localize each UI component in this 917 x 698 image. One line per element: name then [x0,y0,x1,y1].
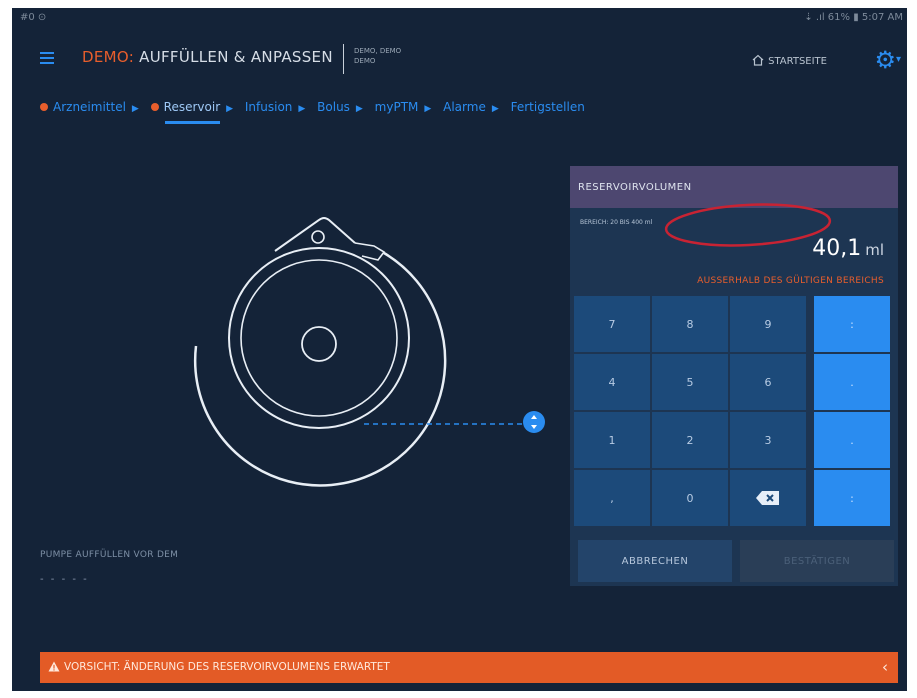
pump-inner-ring [240,259,398,417]
cancel-button[interactable]: ABBRECHEN [578,540,732,582]
key-side-1[interactable]: : [814,296,890,352]
key-0[interactable]: 0 [652,470,728,526]
key-side-4[interactable]: : [814,470,890,526]
key-1[interactable]: 1 [574,412,650,468]
backspace-icon [756,491,779,505]
key-8[interactable]: 8 [652,296,728,352]
key-6[interactable]: 6 [730,354,806,410]
warning-triangle-icon [48,661,60,672]
confirm-button[interactable]: BESTÄTIGEN [740,540,894,582]
tablet-screen: #0 ⊙ ⇣ .ıl 61% ▮ 5:07 AM DEMO: AUFFÜLLEN… [12,8,907,691]
range-text: BEREICH: 20 BIS 400 ml [580,219,653,226]
pump-body [228,247,410,429]
volume-display: 40,1 ml [812,236,884,261]
alert-text: VORSICHT: ÄNDERUNG DES RESERVOIRVOLUMENS… [64,661,390,673]
backspace-button[interactable] [730,470,806,526]
reservoir-volume-panel: RESERVOIRVOLUMEN BEREICH: 20 BIS 400 ml … [570,166,898,586]
volume-value: 40,1 [812,236,862,261]
chevron-left-icon[interactable]: ‹ [882,658,888,676]
out-of-range-warning: AUSSERHALB DES GÜLTIGEN BEREICHS [697,276,884,286]
panel-header: RESERVOIRVOLUMEN [570,166,898,208]
key-2[interactable]: 2 [652,412,728,468]
key-5[interactable]: 5 [652,354,728,410]
level-handle[interactable] [523,411,545,433]
pump-lug-hole [311,230,325,244]
fill-before-label: PUMPE AUFFÜLLEN VOR DEM [40,550,179,560]
fill-before-value: - - - - - [40,574,89,585]
key-side-2[interactable]: . [814,354,890,410]
key-comma[interactable]: , [574,470,650,526]
key-9[interactable]: 9 [730,296,806,352]
reservoir-arc [193,251,447,487]
key-3[interactable]: 3 [730,412,806,468]
caution-alert-bar[interactable]: VORSICHT: ÄNDERUNG DES RESERVOIRVOLUMENS… [40,652,898,683]
key-4[interactable]: 4 [574,354,650,410]
volume-unit: ml [865,241,884,259]
key-side-3[interactable]: . [814,412,890,468]
numeric-keypad: 7 8 9 : 4 5 6 . 1 2 3 . , 0 : [572,294,898,526]
key-7[interactable]: 7 [574,296,650,352]
pump-top-lug [274,217,356,252]
panel-title: RESERVOIRVOLUMEN [578,182,692,193]
pump-center-port [301,326,337,362]
